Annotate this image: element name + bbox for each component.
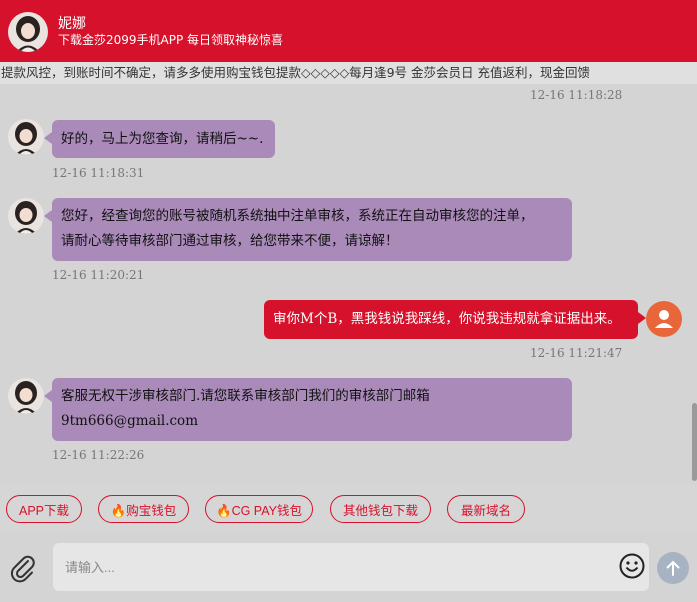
agent-avatar xyxy=(8,378,44,414)
person-icon xyxy=(655,310,673,328)
quick-other-wallets-button[interactable]: 其他钱包下载 xyxy=(330,495,431,523)
message-text: 好的，马上为您查询，请稍后~~. xyxy=(61,131,264,147)
smiley-icon[interactable] xyxy=(618,552,646,580)
agent-avatar xyxy=(8,12,48,52)
notice-text: 提款风控，到账时间不确定，请多多使用购宝钱包提款◇◇◇◇◇每月逢9号 金莎会员日… xyxy=(1,65,590,80)
agent-avatar xyxy=(8,119,44,155)
chat-header: 妮娜 下载金莎2099手机APP 每日领取神秘惊喜 xyxy=(0,0,697,62)
message-text-line: 您好，经查询您的账号被随机系统抽中注单审核，系统正在自动审核您的注单， xyxy=(61,208,534,224)
message-text-line: 客服无权干涉审核部门.请您联系审核部门我们的审核部门邮箱 xyxy=(61,388,430,404)
chat-scrollbar[interactable] xyxy=(692,403,697,481)
agent-message-bubble: 客服无权干涉审核部门.请您联系审核部门我们的审核部门邮箱 9tm666@gmai… xyxy=(44,378,572,441)
arrow-up-icon xyxy=(666,560,680,576)
message-input[interactable] xyxy=(53,543,649,591)
quick-cgpay-wallet-button[interactable]: 🔥CG PAY钱包 xyxy=(205,495,313,523)
message-timestamp: 12-16 11:22:26 xyxy=(52,448,145,462)
message-timestamp: 12-16 11:20:21 xyxy=(52,268,145,282)
agent-message-bubble: 好的，马上为您查询，请稍后~~. xyxy=(44,120,275,158)
message-timestamp: 12-16 11:18:28 xyxy=(530,88,623,102)
message-text-line: 请耐心等待审核部门通过审核，给您带来不便，请谅解！ xyxy=(61,233,399,249)
send-button[interactable] xyxy=(657,552,689,584)
quick-latest-domain-button[interactable]: 最新域名 xyxy=(447,495,525,523)
message-timestamp: 12-16 11:18:31 xyxy=(52,166,145,180)
quick-goubao-wallet-button[interactable]: 🔥购宝钱包 xyxy=(98,495,189,523)
user-avatar xyxy=(646,301,682,337)
agent-avatar xyxy=(8,198,44,234)
message-timestamp: 12-16 11:21:47 xyxy=(530,346,623,360)
user-message-bubble: 审你M个B，黑我钱说我踩线，你说我违规就拿证据出来。 xyxy=(264,300,646,339)
paperclip-icon[interactable] xyxy=(8,553,38,583)
message-email[interactable]: 9tm666@gmail.com xyxy=(61,409,563,434)
notice-marquee: 提款风控，到账时间不确定，请多多使用购宝钱包提款◇◇◇◇◇每月逢9号 金莎会员日… xyxy=(0,62,697,84)
agent-name: 妮娜 xyxy=(58,16,86,32)
header-subtitle: 下载金莎2099手机APP 每日领取神秘惊喜 xyxy=(58,33,284,47)
quick-app-download-button[interactable]: APP下载 xyxy=(6,495,82,523)
message-text: 审你M个B，黑我钱说我踩线，你说我违规就拿证据出来。 xyxy=(273,311,621,327)
agent-message-bubble: 您好，经查询您的账号被随机系统抽中注单审核，系统正在自动审核您的注单， 请耐心等… xyxy=(44,198,572,261)
